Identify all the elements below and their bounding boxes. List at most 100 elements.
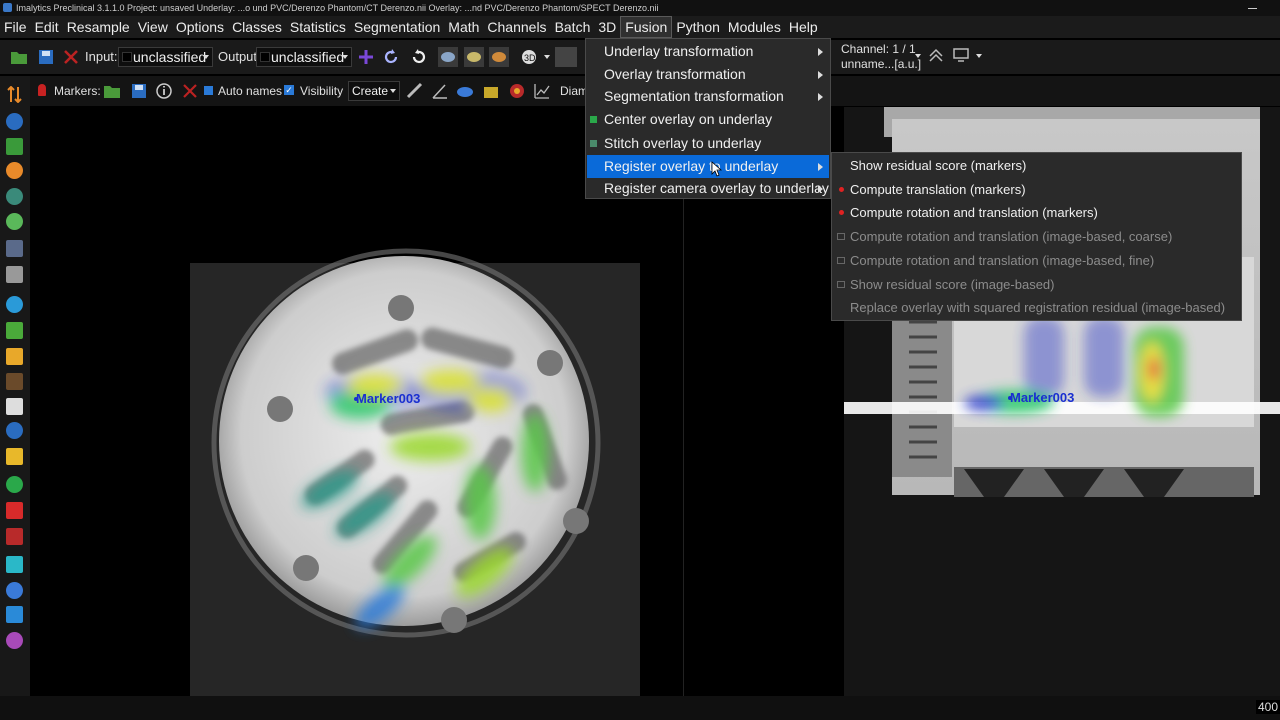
input-class-select[interactable]: unclassified: [118, 47, 213, 67]
open-markers-folder-icon[interactable]: [103, 82, 121, 100]
display-settings-icon[interactable]: [953, 47, 973, 63]
fusion-menu-item-segmentation-transformation[interactable]: Segmentation transformation: [587, 85, 829, 108]
menu-resample[interactable]: Resample: [63, 16, 134, 38]
save-disk-icon[interactable]: [37, 48, 55, 66]
register-submenu-item-5[interactable]: Compute rotation and translation (image-…: [833, 249, 1240, 273]
target-tool-icon[interactable]: [6, 296, 23, 313]
rotate-tool-icon[interactable]: [6, 188, 23, 205]
marker-label-axial[interactable]: Marker003: [356, 391, 420, 406]
blob-icon[interactable]: [456, 82, 474, 100]
register-submenu-item-7[interactable]: Replace overlay with squared registratio…: [833, 296, 1240, 320]
register-submenu-item-label: Compute rotation and translation (image-…: [850, 252, 1155, 268]
fusion-menu-item-center-overlay-on-underlay[interactable]: Center overlay on underlay: [587, 108, 829, 131]
register-submenu-item-1[interactable]: Show residual score (markers): [833, 154, 1240, 178]
close-x-icon[interactable]: [62, 48, 80, 66]
brain-view-3-icon[interactable]: [489, 47, 509, 67]
menu-edit[interactable]: Edit: [31, 16, 63, 38]
register-submenu-item-label: Compute translation (markers): [850, 181, 1026, 197]
chevron-down-icon: [342, 55, 348, 59]
brain-view-1-icon[interactable]: [438, 47, 458, 67]
timer-tool-icon[interactable]: [6, 213, 23, 230]
target-red-icon[interactable]: [508, 82, 526, 100]
fusion-menu-item-label: Register camera overlay to underlay: [604, 180, 829, 196]
channel-name: unname...[a.u.]: [841, 57, 922, 71]
menu-modules[interactable]: Modules: [724, 16, 785, 38]
visibility-checkbox[interactable]: ✓: [284, 85, 294, 95]
submenu-arrow-icon: [818, 93, 823, 101]
fusion-menu-item-label: Center overlay on underlay: [604, 111, 773, 127]
fusion-menu-item-label: Stitch overlay to underlay: [604, 135, 762, 151]
undo-icon[interactable]: [382, 48, 400, 66]
remove-marker-icon[interactable]: [181, 82, 199, 100]
menu-math[interactable]: Math: [444, 16, 483, 38]
brain-tool-icon[interactable]: [6, 632, 23, 649]
register-submenu-item-3[interactable]: Compute rotation and translation (marker…: [833, 201, 1240, 225]
chevron-down-icon[interactable]: [915, 54, 921, 58]
menu-python[interactable]: Python: [672, 16, 724, 38]
3d-render-icon[interactable]: 3D: [520, 47, 542, 67]
pan-tool-icon[interactable]: [6, 138, 23, 155]
menu-3d[interactable]: 3D: [594, 16, 620, 38]
menu-batch[interactable]: Batch: [551, 16, 595, 38]
register-submenu-item-6[interactable]: Show residual score (image-based): [833, 273, 1240, 297]
briefcase-icon[interactable]: [482, 82, 500, 100]
minimize-window-icon[interactable]: [1246, 0, 1260, 16]
measure-tool-icon[interactable]: [6, 373, 23, 390]
menu-view[interactable]: View: [134, 16, 172, 38]
slice-tool-icon[interactable]: [6, 240, 23, 257]
iso-tool-icon[interactable]: [6, 398, 23, 415]
redo-icon[interactable]: [410, 48, 428, 66]
atom-tool-icon[interactable]: [6, 582, 23, 599]
polygon-tool-icon[interactable]: [6, 422, 23, 439]
marker-tool-icon[interactable]: [6, 502, 23, 519]
register-submenu-item-2[interactable]: Compute translation (markers): [833, 178, 1240, 202]
menu-help[interactable]: Help: [785, 16, 822, 38]
chevron-down-icon[interactable]: [544, 55, 550, 59]
marker-mode-select[interactable]: Create: [348, 81, 400, 101]
marker-label-coronal[interactable]: Marker003: [1010, 390, 1074, 405]
fusion-menu-item-stitch-overlay-to-underlay[interactable]: Stitch overlay to underlay: [587, 132, 829, 155]
register-submenu-item-4[interactable]: Compute rotation and translation (image-…: [833, 225, 1240, 249]
menu-fusion[interactable]: Fusion: [620, 16, 673, 38]
fusion-menu-item-underlay-transformation[interactable]: Underlay transformation: [587, 40, 829, 63]
fusion-menu-item-register-overlay-to-underlay[interactable]: Register overlay to underlay: [587, 155, 829, 178]
auto-names-checkbox[interactable]: [204, 86, 213, 95]
menu-file[interactable]: File: [0, 16, 31, 38]
pencil-tool-icon[interactable]: [6, 348, 23, 365]
channel-info: Channel: 1 / 1 unname...[a.u.]: [841, 42, 921, 72]
chevron-down-icon[interactable]: [976, 54, 982, 58]
cube-tool-icon[interactable]: [6, 448, 23, 465]
line-tool-icon[interactable]: [6, 322, 23, 339]
fill-tool-icon[interactable]: [6, 606, 23, 623]
brain-view-2-icon[interactable]: [464, 47, 484, 67]
gray-swatch-icon[interactable]: [555, 47, 577, 67]
camera-tool-icon[interactable]: [6, 266, 23, 283]
submenu-arrow-icon: [818, 185, 823, 193]
save-markers-icon[interactable]: [130, 82, 148, 100]
ruler-tool-icon[interactable]: [6, 528, 23, 545]
move-vertical-icon[interactable]: [6, 86, 23, 103]
line-chart-icon[interactable]: [533, 82, 551, 100]
output-class-select[interactable]: unclassified: [256, 47, 352, 67]
menu-classes[interactable]: Classes: [228, 16, 286, 38]
fusion-menu-item-overlay-transformation[interactable]: Overlay transformation: [587, 63, 829, 86]
add-class-plus-icon[interactable]: [357, 48, 375, 66]
info-circle-icon[interactable]: [155, 82, 173, 100]
marker-mode-value: Create: [352, 84, 389, 98]
zoom-tool-icon[interactable]: [6, 162, 23, 179]
menu-statistics[interactable]: Statistics: [286, 16, 350, 38]
menu-channels[interactable]: Channels: [483, 16, 550, 38]
menu-segmentation[interactable]: Segmentation: [350, 16, 444, 38]
scissors-tool-icon[interactable]: [6, 556, 23, 573]
svg-text:3D: 3D: [524, 53, 536, 63]
open-folder-icon[interactable]: [10, 48, 28, 66]
menubar: File Edit Resample View Options Classes Statis…: [0, 16, 1280, 38]
pointer-tool-icon[interactable]: [6, 113, 23, 130]
collapse-up-icon[interactable]: [928, 47, 944, 63]
fusion-menu-item-register-camera-overlay-to-underlay[interactable]: Register camera overlay to underlay: [587, 177, 829, 200]
menu-options[interactable]: Options: [172, 16, 228, 38]
ruler-icon[interactable]: [406, 82, 424, 100]
info-tool-icon[interactable]: [6, 476, 23, 493]
visibility-label: Visibility: [300, 84, 344, 98]
angle-icon[interactable]: [431, 82, 449, 100]
